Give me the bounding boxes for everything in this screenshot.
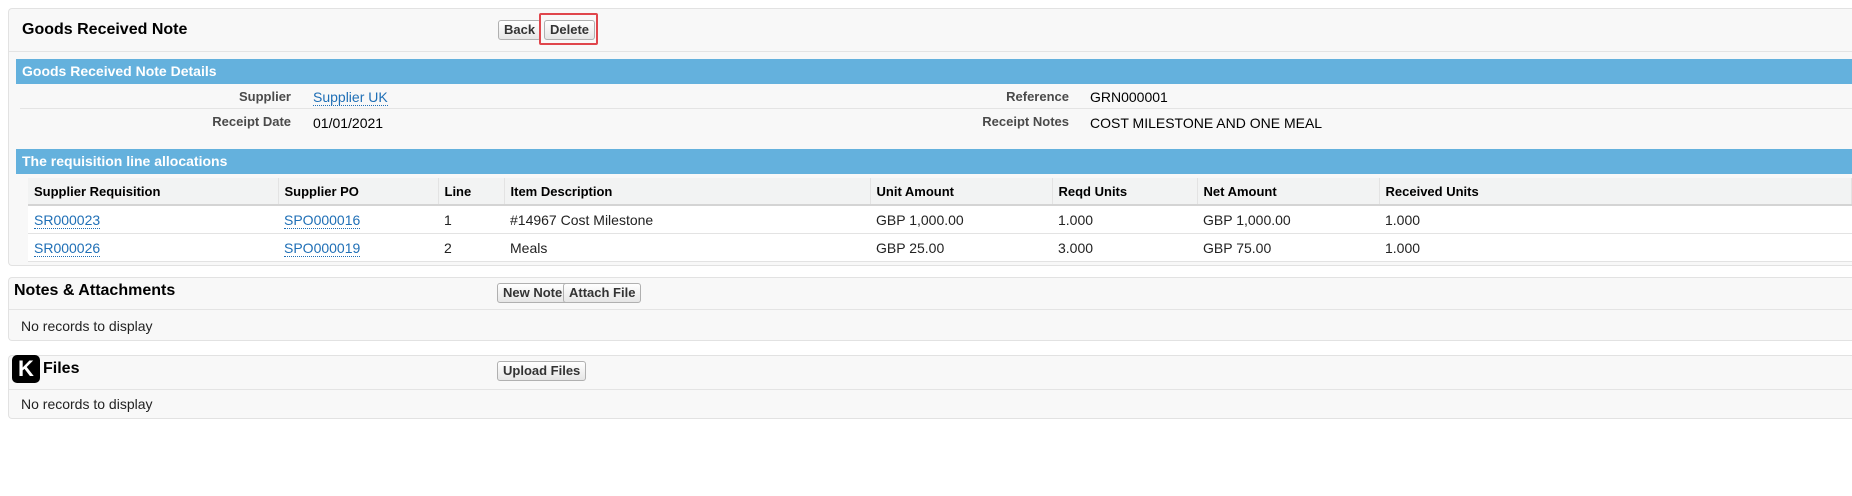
new-note-button[interactable]: New Note bbox=[497, 283, 569, 303]
requisition-cell: SR000023 bbox=[28, 205, 278, 234]
line-cell: 2 bbox=[438, 233, 504, 262]
table-row: SR000023 SPO000016 1 #14967 Cost Milesto… bbox=[28, 205, 1852, 234]
receipt-date-value: 01/01/2021 bbox=[313, 115, 384, 131]
column-header[interactable]: Supplier Requisition bbox=[28, 178, 279, 206]
allocations-section-header: The requisition line allocations bbox=[16, 149, 1852, 174]
receipt-notes-label: Receipt Notes bbox=[982, 114, 1069, 129]
column-header[interactable]: Reqd Units bbox=[1052, 178, 1198, 206]
notes-empty-message: No records to display bbox=[21, 318, 153, 334]
line-cell: 1 bbox=[438, 205, 504, 234]
column-header[interactable]: Net Amount bbox=[1197, 178, 1380, 206]
po-link[interactable]: SPO000019 bbox=[284, 239, 361, 257]
requisition-link[interactable]: SR000026 bbox=[34, 239, 101, 257]
po-cell: SPO000016 bbox=[278, 205, 438, 234]
reqd-units-cell: 3.000 bbox=[1052, 233, 1197, 262]
notes-attachments-panel bbox=[8, 277, 1852, 341]
table-row: SR000026 SPO000019 2 Meals GBP 25.00 3.0… bbox=[28, 233, 1852, 262]
notes-title: Notes & Attachments bbox=[14, 282, 176, 299]
notes-divider bbox=[9, 309, 1852, 310]
requisition-link[interactable]: SR000023 bbox=[34, 211, 101, 229]
allocations-table: Supplier Requisition Supplier PO Line It… bbox=[28, 178, 1852, 262]
column-header[interactable]: Received Units bbox=[1379, 178, 1852, 206]
supplier-label: Supplier bbox=[238, 89, 291, 104]
reference-value: GRN000001 bbox=[1090, 89, 1168, 105]
files-panel bbox=[8, 355, 1852, 419]
column-header[interactable]: Line bbox=[438, 178, 505, 206]
net-amount-cell: GBP 75.00 bbox=[1197, 233, 1379, 262]
attach-file-button[interactable]: Attach File bbox=[563, 283, 642, 303]
delete-button[interactable]: Delete bbox=[544, 20, 596, 40]
unit-amount-cell: GBP 1,000.00 bbox=[870, 205, 1052, 234]
item-description-cell: Meals bbox=[504, 233, 870, 262]
table-header-row: Supplier Requisition Supplier PO Line It… bbox=[28, 178, 1852, 206]
unit-amount-cell: GBP 25.00 bbox=[870, 233, 1052, 262]
column-header[interactable]: Supplier PO bbox=[278, 178, 439, 206]
supplier-value: Supplier UK bbox=[313, 89, 388, 106]
back-button[interactable]: Back bbox=[498, 20, 542, 40]
reqd-units-cell: 1.000 bbox=[1052, 205, 1197, 234]
files-k-icon: K bbox=[12, 355, 40, 383]
details-divider bbox=[20, 108, 1852, 109]
header-divider bbox=[9, 51, 1852, 52]
files-empty-message: No records to display bbox=[21, 396, 153, 412]
column-header[interactable]: Item Description bbox=[504, 178, 871, 206]
receipt-date-label: Receipt Date bbox=[212, 114, 291, 129]
net-amount-cell: GBP 1,000.00 bbox=[1197, 205, 1379, 234]
reference-label: Reference bbox=[1006, 89, 1069, 104]
po-link[interactable]: SPO000016 bbox=[284, 211, 361, 229]
receipt-notes-value: COST MILESTONE AND ONE MEAL bbox=[1090, 115, 1323, 131]
upload-files-button[interactable]: Upload Files bbox=[497, 361, 587, 381]
page-title: Goods Received Note bbox=[22, 21, 188, 38]
po-cell: SPO000019 bbox=[278, 233, 438, 262]
files-divider bbox=[9, 389, 1852, 390]
files-title: Files bbox=[43, 360, 80, 377]
details-section-header: Goods Received Note Details bbox=[16, 59, 1852, 84]
supplier-link[interactable]: Supplier UK bbox=[313, 89, 388, 106]
received-units-cell: 1.000 bbox=[1379, 233, 1852, 262]
column-header[interactable]: Unit Amount bbox=[870, 178, 1053, 206]
requisition-cell: SR000026 bbox=[28, 233, 278, 262]
received-units-cell: 1.000 bbox=[1379, 205, 1852, 234]
item-description-cell: #14967 Cost Milestone bbox=[504, 205, 870, 234]
